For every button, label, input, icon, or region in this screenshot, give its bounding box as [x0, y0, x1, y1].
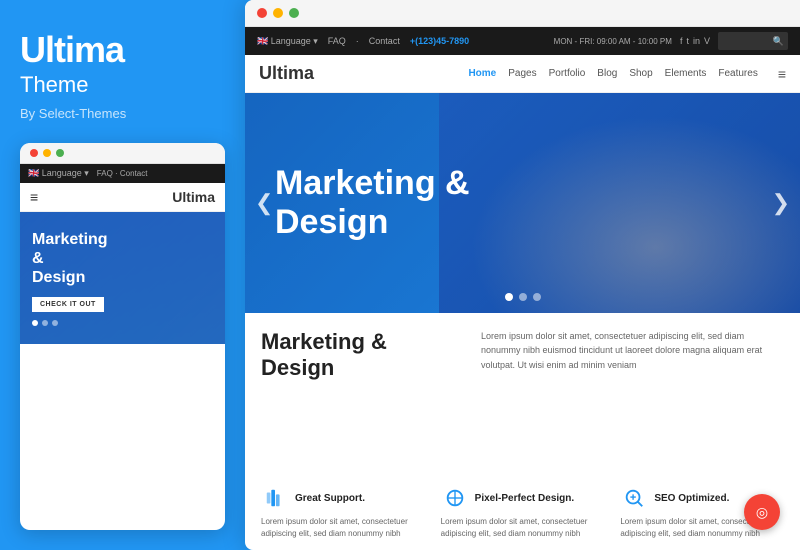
hero-next-arrow[interactable]: ❯: [772, 190, 790, 216]
mobile-hero-title: Marketing&Design: [32, 230, 213, 288]
topbar-right: MON - FRI: 09:00 AM - 10:00 PM f t in V …: [554, 32, 788, 50]
nav-link-portfolio[interactable]: Portfolio: [549, 68, 586, 79]
desktop-dots-bar: [245, 0, 800, 27]
brand-author: By Select-Themes: [20, 106, 225, 121]
content-main-title: Marketing &Design: [261, 329, 461, 382]
desktop-nav-links: Home Pages Portfolio Blog Shop Elements …: [468, 66, 786, 82]
desktop-dot-red: [257, 8, 267, 18]
nav-link-shop[interactable]: Shop: [629, 68, 652, 79]
topbar-faq[interactable]: FAQ: [328, 36, 346, 46]
features-row: Great Support. Lorem ipsum dolor sit ame…: [245, 484, 800, 550]
seo-icon: [620, 484, 648, 512]
design-icon: [441, 484, 469, 512]
mobile-preview-card: 🇬🇧 Language ▾ FAQ · Contact ≡ Ultima Mar…: [20, 143, 225, 530]
topbar-contact[interactable]: Contact: [369, 36, 400, 46]
feature-support-title: Great Support.: [295, 493, 365, 504]
hero-prev-arrow[interactable]: ❮: [255, 190, 273, 216]
mobile-hamburger-icon[interactable]: ≡: [30, 189, 38, 205]
right-panel: 🇬🇧 Language ▾ FAQ · Contact +(123)45-789…: [245, 0, 800, 550]
mobile-dots-bar: [20, 143, 225, 164]
nav-link-features[interactable]: Features: [718, 68, 757, 79]
topbar-hours: MON - FRI: 09:00 AM - 10:00 PM: [554, 37, 672, 46]
desktop-content: Marketing &Design Lorem ipsum dolor sit …: [245, 313, 800, 484]
support-icon: [261, 484, 289, 512]
feature-design: Pixel-Perfect Design. Lorem ipsum dolor …: [441, 484, 605, 540]
hero-bottom-dots: [505, 293, 541, 301]
mobile-hero-dot-3[interactable]: [52, 320, 58, 326]
desktop-nav: Ultima Home Pages Portfolio Blog Shop El…: [245, 55, 800, 93]
search-icon: 🔍: [773, 36, 784, 47]
feature-design-header: Pixel-Perfect Design.: [441, 484, 605, 512]
desktop-dot-yellow: [273, 8, 283, 18]
hero-bottom-dot-3[interactable]: [533, 293, 541, 301]
feature-design-desc: Lorem ipsum dolor sit amet, consectetuer…: [441, 516, 605, 540]
desktop-hero: Marketing &Design ❮ ❯: [245, 93, 800, 313]
left-panel: Ultima Theme By Select-Themes 🇬🇧 Languag…: [0, 0, 245, 550]
nav-link-pages[interactable]: Pages: [508, 68, 536, 79]
facebook-icon[interactable]: f: [680, 36, 683, 46]
topbar-search-box[interactable]: 🔍: [718, 32, 788, 50]
mobile-nav-logo: Ultima: [172, 189, 215, 205]
mobile-hero-dot-1[interactable]: [32, 320, 38, 326]
mobile-hero: Marketing&Design CHECK IT OUT: [20, 212, 225, 345]
brand-title: Ultima: [20, 30, 225, 70]
mobile-dot-red: [30, 149, 38, 157]
hero-title: Marketing &Design: [275, 164, 470, 242]
mobile-topbar-flag: 🇬🇧 Language ▾: [28, 168, 89, 179]
brand-subtitle: Theme: [20, 72, 225, 98]
hero-bottom-dot-1[interactable]: [505, 293, 513, 301]
content-right: Lorem ipsum dolor sit amet, consectetuer…: [481, 329, 784, 474]
topbar-flag[interactable]: 🇬🇧 Language ▾: [257, 36, 318, 47]
vine-icon[interactable]: V: [704, 36, 710, 46]
content-description: Lorem ipsum dolor sit amet, consectetuer…: [481, 329, 784, 372]
feature-support-desc: Lorem ipsum dolor sit amet, consectetuer…: [261, 516, 425, 540]
feature-seo-title: SEO Optimized.: [654, 493, 729, 504]
twitter-icon[interactable]: t: [686, 36, 689, 46]
desktop-dot-green: [289, 8, 299, 18]
mobile-hero-dot-2[interactable]: [42, 320, 48, 326]
topbar-left: 🇬🇧 Language ▾ FAQ · Contact +(123)45-789…: [257, 36, 469, 47]
topbar-social: f t in V: [680, 36, 710, 46]
mobile-topbar: 🇬🇧 Language ▾ FAQ · Contact: [20, 164, 225, 183]
mobile-topbar-links: FAQ · Contact: [97, 169, 148, 178]
mobile-dot-yellow: [43, 149, 51, 157]
topbar-separator: ·: [356, 36, 359, 46]
nav-link-elements[interactable]: Elements: [665, 68, 707, 79]
topbar-phone[interactable]: +(123)45-7890: [410, 36, 469, 46]
feature-support: Great Support. Lorem ipsum dolor sit ame…: [261, 484, 425, 540]
desktop-nav-logo[interactable]: Ultima: [259, 63, 314, 84]
nav-hamburger-icon[interactable]: ≡: [778, 66, 786, 82]
hero-bottom-dot-2[interactable]: [519, 293, 527, 301]
mobile-dot-green: [56, 149, 64, 157]
desktop-topbar: 🇬🇧 Language ▾ FAQ · Contact +(123)45-789…: [245, 27, 800, 55]
mobile-hero-button[interactable]: CHECK IT OUT: [32, 297, 104, 312]
feature-support-header: Great Support.: [261, 484, 425, 512]
fab-icon: ◎: [756, 504, 768, 521]
nav-link-home[interactable]: Home: [468, 68, 496, 79]
content-left: Marketing &Design: [261, 329, 461, 474]
hero-content: Marketing &Design: [245, 164, 500, 242]
fab-button[interactable]: ◎: [744, 494, 780, 530]
linkedin-icon[interactable]: in: [693, 36, 700, 46]
nav-link-blog[interactable]: Blog: [597, 68, 617, 79]
feature-design-title: Pixel-Perfect Design.: [475, 493, 574, 504]
mobile-hero-dots: [32, 320, 213, 326]
mobile-nav: ≡ Ultima: [20, 183, 225, 212]
